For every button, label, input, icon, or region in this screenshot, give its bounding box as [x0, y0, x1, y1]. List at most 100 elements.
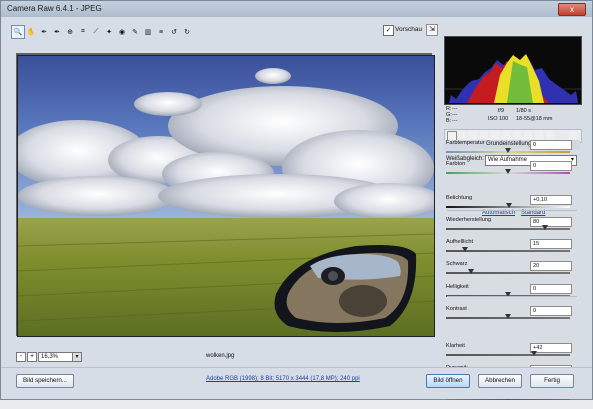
close-button[interactable]: x [558, 3, 586, 16]
white-balance-tool-button[interactable]: ✒ [37, 25, 51, 39]
preview-checkbox[interactable]: ✓ [383, 25, 394, 36]
title-bar: Camera Raw 6.4.1 - JPEG x [1, 1, 592, 17]
detail-panel-icon[interactable] [469, 131, 477, 139]
presets-panel-icon[interactable] [535, 131, 543, 139]
auto-default-links: Automatisch Standard [444, 210, 580, 218]
camera-raw-window: Camera Raw 6.4.1 - JPEG x 🔍 ✋ ✒ ✒ ⊕ ⌗ ⟋ ✦ ◉ ✎ ▥ ≡ ↺ ↻… [0, 0, 593, 400]
slider-track[interactable] [446, 354, 570, 356]
photo-preview[interactable] [17, 55, 435, 337]
settings-panel: R: --- G: --- B: --- f/9 1/80 s ISO 100 … [444, 24, 582, 400]
iso-value: ISO 100 [488, 116, 509, 122]
slider-thumb[interactable] [505, 314, 511, 319]
zoom-tool-icon: 🔍 [13, 29, 23, 36]
hsl-panel-icon[interactable] [480, 131, 488, 139]
slider-farbtemperatur[interactable]: Farbtemperatur 0 [446, 140, 572, 162]
slider-thumb[interactable] [505, 169, 511, 174]
zoom-tool-button[interactable]: 🔍 [11, 25, 25, 39]
slider-wiederherstellung[interactable]: Wiederherstellung 80 [446, 217, 572, 239]
crop-tool-button[interactable]: ⌗ [76, 25, 90, 39]
adjustment-brush-icon: ✎ [132, 29, 138, 36]
snapshots-panel-icon[interactable] [546, 131, 554, 139]
straighten-tool-icon: ⟋ [93, 28, 99, 35]
effects-panel-icon[interactable] [513, 131, 521, 139]
slider-label: Kontrast [446, 306, 467, 312]
slider-value-field[interactable]: 20 [530, 261, 572, 271]
preferences-button[interactable]: ≡ [154, 25, 168, 39]
fullscreen-button[interactable]: ⇲ [426, 24, 438, 36]
rotate-right-icon: ↻ [184, 29, 190, 36]
shutter-value: 1/80 s [516, 108, 531, 114]
color-sampler-tool-icon: ✒ [54, 29, 60, 36]
slider-klarheit[interactable]: Klarheit +42 [446, 343, 572, 365]
workflow-options-link[interactable]: Adobe RGB (1998); 8 Bit; 5170 x 3444 (17… [206, 376, 360, 382]
rotate-left-icon: ↺ [171, 29, 177, 36]
slider-aufhelllicht[interactable]: Aufhelllicht 15 [446, 239, 572, 261]
toolbar: 🔍 ✋ ✒ ✒ ⊕ ⌗ ⟋ ✦ ◉ ✎ ▥ ≡ ↺ ↻ [11, 25, 441, 41]
spot-removal-tool-button[interactable]: ✦ [102, 25, 116, 39]
slider-farbton[interactable]: Farbton 0 [446, 161, 572, 183]
slider-value-field[interactable]: +0,10 [530, 195, 572, 205]
slider-label: Klarheit [446, 343, 465, 349]
hand-tool-button[interactable]: ✋ [24, 25, 38, 39]
slider-value-field[interactable]: 80 [530, 217, 572, 227]
rotate-right-button[interactable]: ↻ [180, 25, 194, 39]
crop-tool-icon: ⌗ [81, 28, 85, 35]
slider-thumb[interactable] [505, 148, 511, 153]
slider-value-field[interactable]: 0 [530, 140, 572, 150]
graduated-filter-button[interactable]: ▥ [141, 25, 155, 39]
cancel-button[interactable]: Abbrechen [478, 374, 522, 388]
window-title: Camera Raw 6.4.1 - JPEG [7, 4, 102, 13]
slider-value-field[interactable]: 0 [530, 161, 572, 171]
slider-track[interactable] [446, 272, 570, 274]
slider-thumb[interactable] [531, 351, 537, 356]
red-eye-tool-button[interactable]: ◉ [115, 25, 129, 39]
rotate-left-button[interactable]: ↺ [167, 25, 181, 39]
b-label: B: [446, 118, 452, 124]
save-image-button[interactable]: Bild speichern... [16, 374, 74, 388]
b-value: --- [452, 118, 458, 124]
slider-thumb[interactable] [462, 247, 468, 252]
slider-schwarz[interactable]: Schwarz 20 [446, 261, 572, 283]
status-bar: - + 16,3% ▾ wolken.jpg [16, 352, 432, 362]
divider [447, 296, 577, 297]
targeted-adjustment-tool-button[interactable]: ⊕ [63, 25, 77, 39]
slider-value-field[interactable]: 0 [530, 306, 572, 316]
open-image-button[interactable]: Bild öffnen [426, 374, 470, 388]
done-button[interactable]: Fertig [530, 374, 574, 388]
zoom-dropdown-button[interactable]: ▾ [72, 352, 82, 362]
slider-thumb[interactable] [542, 225, 548, 230]
lens-corrections-panel-icon[interactable] [502, 131, 510, 139]
slider-thumb[interactable] [506, 203, 512, 208]
zoom-level-field[interactable]: 16,3% [38, 352, 74, 362]
bottom-bar: Bild speichern... Adobe RGB (1998); 8 Bi… [1, 367, 592, 399]
zoom-out-button[interactable]: - [16, 352, 26, 362]
zoom-in-button[interactable]: + [27, 352, 37, 362]
slider-track[interactable] [446, 228, 570, 230]
targeted-adjustment-tool-icon: ⊕ [67, 29, 73, 36]
slider-kontrast[interactable]: Kontrast 0 [446, 306, 572, 328]
color-sampler-tool-button[interactable]: ✒ [50, 25, 64, 39]
slider-helligkeit[interactable]: Helligkeit 0 [446, 284, 572, 306]
slider-label: Helligkeit [446, 284, 469, 290]
slider-label: Aufhelllicht [446, 239, 474, 245]
slider-label: Schwarz [446, 261, 468, 267]
preview-label: Vorschau [395, 26, 423, 33]
hand-tool-icon: ✋ [26, 29, 36, 36]
lens-value: 18-55@18 mm [516, 116, 553, 122]
camera-calibration-panel-icon[interactable] [524, 131, 532, 139]
tone-curve-panel-icon[interactable] [458, 131, 466, 139]
aperture-value: f/9 [498, 108, 505, 114]
readout-area: R: --- G: --- B: --- f/9 1/80 s ISO 100 … [444, 106, 580, 124]
straighten-tool-button[interactable]: ⟋ [89, 25, 103, 39]
slider-label: Farbton [446, 161, 466, 167]
divider [447, 210, 577, 211]
adjustment-brush-button[interactable]: ✎ [128, 25, 142, 39]
slider-value-field[interactable]: 15 [530, 239, 572, 249]
slider-value-field[interactable]: 0 [530, 284, 572, 294]
slider-label: Belichtung [446, 195, 473, 201]
histogram [444, 36, 582, 105]
panel-menu-icon[interactable] [569, 131, 577, 139]
red-eye-tool-icon: ◉ [118, 29, 126, 36]
slider-thumb[interactable] [468, 269, 474, 274]
split-toning-panel-icon[interactable] [491, 131, 499, 139]
